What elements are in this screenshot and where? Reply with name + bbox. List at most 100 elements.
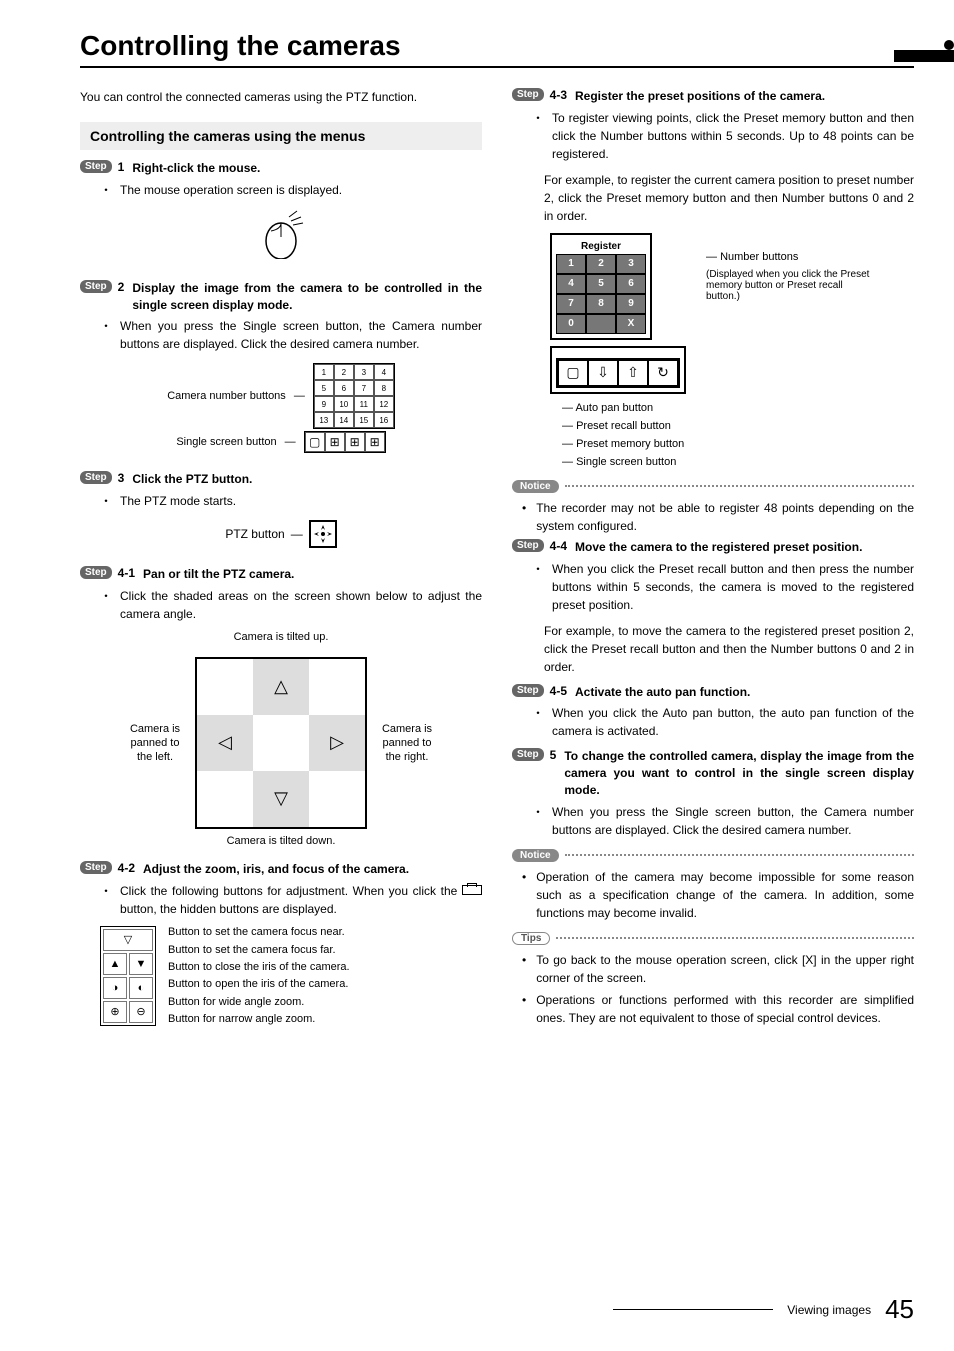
step-badge: Step: [80, 861, 112, 874]
bullet-text: Click the following buttons for adjustme…: [120, 882, 482, 918]
footer-section: Viewing images: [787, 1303, 871, 1317]
step-badge: Step: [80, 471, 112, 484]
screen-layout-icons: ▢ ⊞ ⊞ ⊞: [304, 431, 386, 453]
single-screen-icon: ▢: [305, 432, 325, 452]
bullet-text: Click the shaded areas on the screen sho…: [120, 587, 482, 623]
iris-open-icon: ◐: [129, 977, 153, 999]
ptz-button-label: PTZ button: [225, 527, 284, 541]
step-number: 4-2: [118, 861, 135, 875]
step-number: 3: [118, 471, 125, 485]
bullet-text: The mouse operation screen is displayed.: [120, 181, 342, 199]
step-title: Activate the auto pan function.: [575, 684, 750, 701]
step-number: 4-5: [550, 684, 567, 698]
bullet-text: When you click the Auto pan button, the …: [552, 704, 914, 740]
page-footer: Viewing images 45: [613, 1294, 914, 1325]
right-column: Step 4-3 Register the preset positions o…: [512, 88, 914, 1044]
focus-far-icon: ▼: [129, 953, 153, 975]
step-badge: Step: [512, 748, 544, 761]
step-title: Move the camera to the registered preset…: [575, 539, 862, 556]
mouse-figure: [80, 209, 482, 262]
step-title: Pan or tilt the PTZ camera.: [143, 566, 294, 583]
step-badge: Step: [512, 539, 544, 552]
iris-close-label: Button to close the iris of the camera.: [168, 961, 350, 973]
pan-tilt-grid: △ ◁▷ ▽: [195, 657, 367, 829]
register-number-grid: 123 456 789 0X: [556, 254, 646, 334]
step-number: 4-3: [550, 88, 567, 102]
tips-1-text: To go back to the mouse operation screen…: [522, 951, 914, 987]
corner-decoration: [894, 50, 954, 62]
step-3-header: Step 3 Click the PTZ button.: [80, 471, 482, 488]
bullet-icon: [532, 560, 544, 614]
auto-pan-icon: ↻: [648, 360, 678, 386]
section-subhead: Controlling the cameras using the menus: [80, 122, 482, 150]
bullet-icon: [532, 704, 544, 740]
left-column: You can control the connected cameras us…: [80, 88, 482, 1044]
step-title: Display the image from the camera to be …: [132, 280, 482, 314]
preset-memory-label: Preset memory button: [576, 438, 684, 450]
dotted-rule: [556, 937, 914, 939]
zoom-icon-panel: ▽ ▲▼ ◑◐ ⊕⊖: [100, 926, 156, 1026]
step-title: Adjust the zoom, iris, and focus of the …: [143, 861, 409, 878]
bullet-text: When you press the Single screen button,…: [120, 317, 482, 353]
bullet-icon: [100, 317, 112, 353]
focus-near-icon: ▲: [103, 953, 127, 975]
bullet-text: To register viewing points, click the Pr…: [552, 109, 914, 163]
drawer-icon: [462, 885, 482, 895]
preset-memory-icon: ⇩: [588, 360, 618, 386]
step-4-1-header: Step 4-1 Pan or tilt the PTZ camera.: [80, 566, 482, 583]
step-number: 2: [118, 280, 125, 294]
zoom-labels: Button to set the camera focus near. But…: [168, 926, 350, 1026]
bullet-text: When you click the Preset recall button …: [552, 560, 914, 614]
step-badge: Step: [80, 280, 112, 293]
register-bottom-labels: — Auto pan button — Preset recall button…: [562, 402, 914, 468]
bullet-text: When you press the Single screen button,…: [552, 803, 914, 839]
bullet-icon: [100, 882, 112, 918]
tilt-up-caption: Camera is tilted up.: [80, 631, 482, 643]
step-4-3-example: For example, to register the current cam…: [544, 171, 914, 225]
step-5-header: Step 5 To change the controlled camera, …: [512, 748, 914, 798]
step-title: To change the controlled camera, display…: [564, 748, 914, 798]
ptz-button-figure: PTZ button —: [80, 520, 482, 548]
preset-recall-icon: ⇧: [618, 360, 648, 386]
page-title: Controlling the cameras: [80, 30, 914, 62]
zoom-narrow-label: Button for narrow angle zoom.: [168, 1013, 350, 1025]
notice-2-header: Notice: [512, 849, 914, 862]
single-screen-icon: ▢: [558, 360, 588, 386]
preset-recall-label: Preset recall button: [576, 420, 671, 432]
step-number: 4-4: [550, 539, 567, 553]
step-4-5-bullet: When you click the Auto pan button, the …: [532, 704, 914, 740]
focus-near-label: Button to set the camera focus near.: [168, 926, 350, 938]
notice-2-text: Operation of the camera may become impos…: [522, 868, 914, 922]
tilt-up-area: △: [253, 659, 309, 715]
single-screen-label: Single screen button: [176, 436, 276, 448]
page-number: 45: [885, 1294, 914, 1325]
intro-text: You can control the connected cameras us…: [80, 88, 482, 106]
camera-number-label: Camera number buttons: [167, 390, 286, 402]
step-badge: Step: [512, 684, 544, 697]
dotted-rule: [565, 854, 914, 856]
notice-1-text: The recorder may not be able to register…: [522, 499, 914, 535]
page: Controlling the cameras You can control …: [0, 0, 954, 1351]
sixteen-screen-icon: ⊞: [365, 432, 385, 452]
step-title: Click the PTZ button.: [132, 471, 252, 488]
register-icon-panel: ▢ ⇩ ⇧ ↻: [550, 346, 686, 394]
step-3-bullet: The PTZ mode starts.: [100, 492, 482, 510]
step-4-4-bullet: When you click the Preset recall button …: [532, 560, 914, 614]
register-top-labels: — Number buttons (Displayed when you cli…: [706, 233, 876, 394]
single-screen-label: Single screen button: [576, 456, 676, 468]
pan-right-caption: Camera is panned to the right.: [377, 722, 437, 765]
step-badge: Step: [80, 566, 112, 579]
title-rule: [80, 66, 914, 68]
step-4-3-header: Step 4-3 Register the preset positions o…: [512, 88, 914, 105]
pan-tilt-figure: Camera is panned to the left. △ ◁▷ ▽ Cam…: [80, 657, 482, 829]
tilt-down-area: ▽: [253, 771, 309, 827]
nine-screen-icon: ⊞: [345, 432, 365, 452]
zoom-iris-focus-figure: ▽ ▲▼ ◑◐ ⊕⊖ Button to set the camera focu…: [100, 926, 482, 1026]
number-buttons-note: (Displayed when you click the Preset mem…: [706, 269, 876, 302]
bullet-icon: [532, 803, 544, 839]
quad-screen-icon: ⊞: [325, 432, 345, 452]
step-4-5-header: Step 4-5 Activate the auto pan function.: [512, 684, 914, 701]
zoom-wide-icon: ⊕: [103, 1001, 127, 1023]
bullet-icon: [100, 181, 112, 199]
iris-close-icon: ◑: [103, 977, 127, 999]
